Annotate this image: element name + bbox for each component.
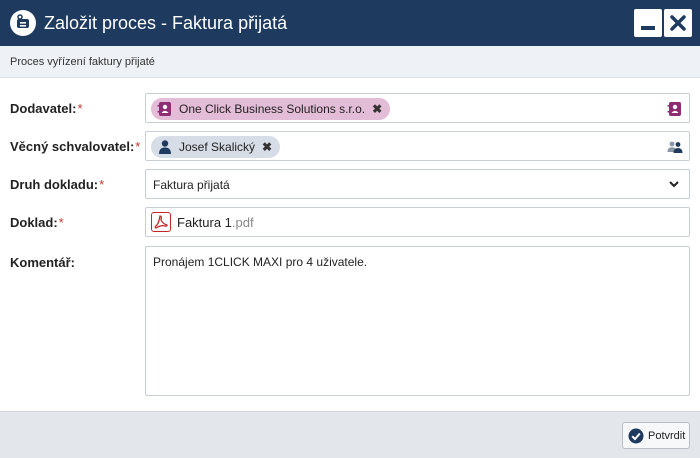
close-icon [670,15,686,31]
comment-label: Komentář: [10,255,76,270]
approver-label: Věcný schvalovatel:* [10,139,141,154]
check-circle-icon [628,428,644,443]
process-icon [10,10,36,36]
doc-type-value: Faktura přijatá [153,178,230,192]
doc-type-select[interactable]: Faktura přijatá [145,169,690,199]
document-file-link[interactable]: Faktura 1.pdf [177,215,254,230]
required-mark: * [135,139,141,154]
users-icon[interactable] [667,139,683,155]
comment-textarea[interactable]: Pronájem 1CLICK MAXI pro 4 uživatele. [145,246,690,396]
required-mark: * [58,215,64,230]
supplier-name: One Click Business Solutions s.r.o. [179,102,366,116]
user-icon [159,140,171,154]
pdf-icon[interactable] [151,212,171,232]
document-field[interactable]: Faktura 1.pdf [145,207,690,237]
required-mark: * [77,101,83,116]
chevron-down-icon [669,181,679,188]
minimize-button[interactable] [634,9,662,37]
window-titlebar: Založit proces - Faktura přijatá [0,0,700,46]
process-subtitle: Proces vyřízení faktury přijaté [10,56,155,68]
window-title: Založit proces - Faktura přijatá [44,13,288,33]
supplier-chip: One Click Business Solutions s.r.o. ✖ [151,98,391,120]
contact-card-icon [157,102,171,116]
approver-field[interactable]: Josef Skalický ✖ [145,131,690,161]
dialog-footer: Potvrdit [0,411,700,458]
document-label: Doklad:* [10,215,64,230]
close-button[interactable] [664,9,692,37]
required-mark: * [99,177,105,192]
confirm-label: Potvrdit [648,429,686,442]
contact-card-icon[interactable] [667,101,683,117]
supplier-label: Dodavatel:* [10,101,83,116]
subtitle-bar: Proces vyřízení faktury přijaté [0,46,700,78]
approver-chip: Josef Skalický ✖ [151,136,281,158]
confirm-button[interactable]: Potvrdit [622,422,690,449]
approver-name: Josef Skalický [179,140,256,154]
remove-supplier-icon[interactable]: ✖ [372,102,382,116]
supplier-field[interactable]: One Click Business Solutions s.r.o. ✖ [145,93,690,123]
doc-type-label: Druh dokladu:* [10,177,105,192]
remove-approver-icon[interactable]: ✖ [262,140,272,154]
